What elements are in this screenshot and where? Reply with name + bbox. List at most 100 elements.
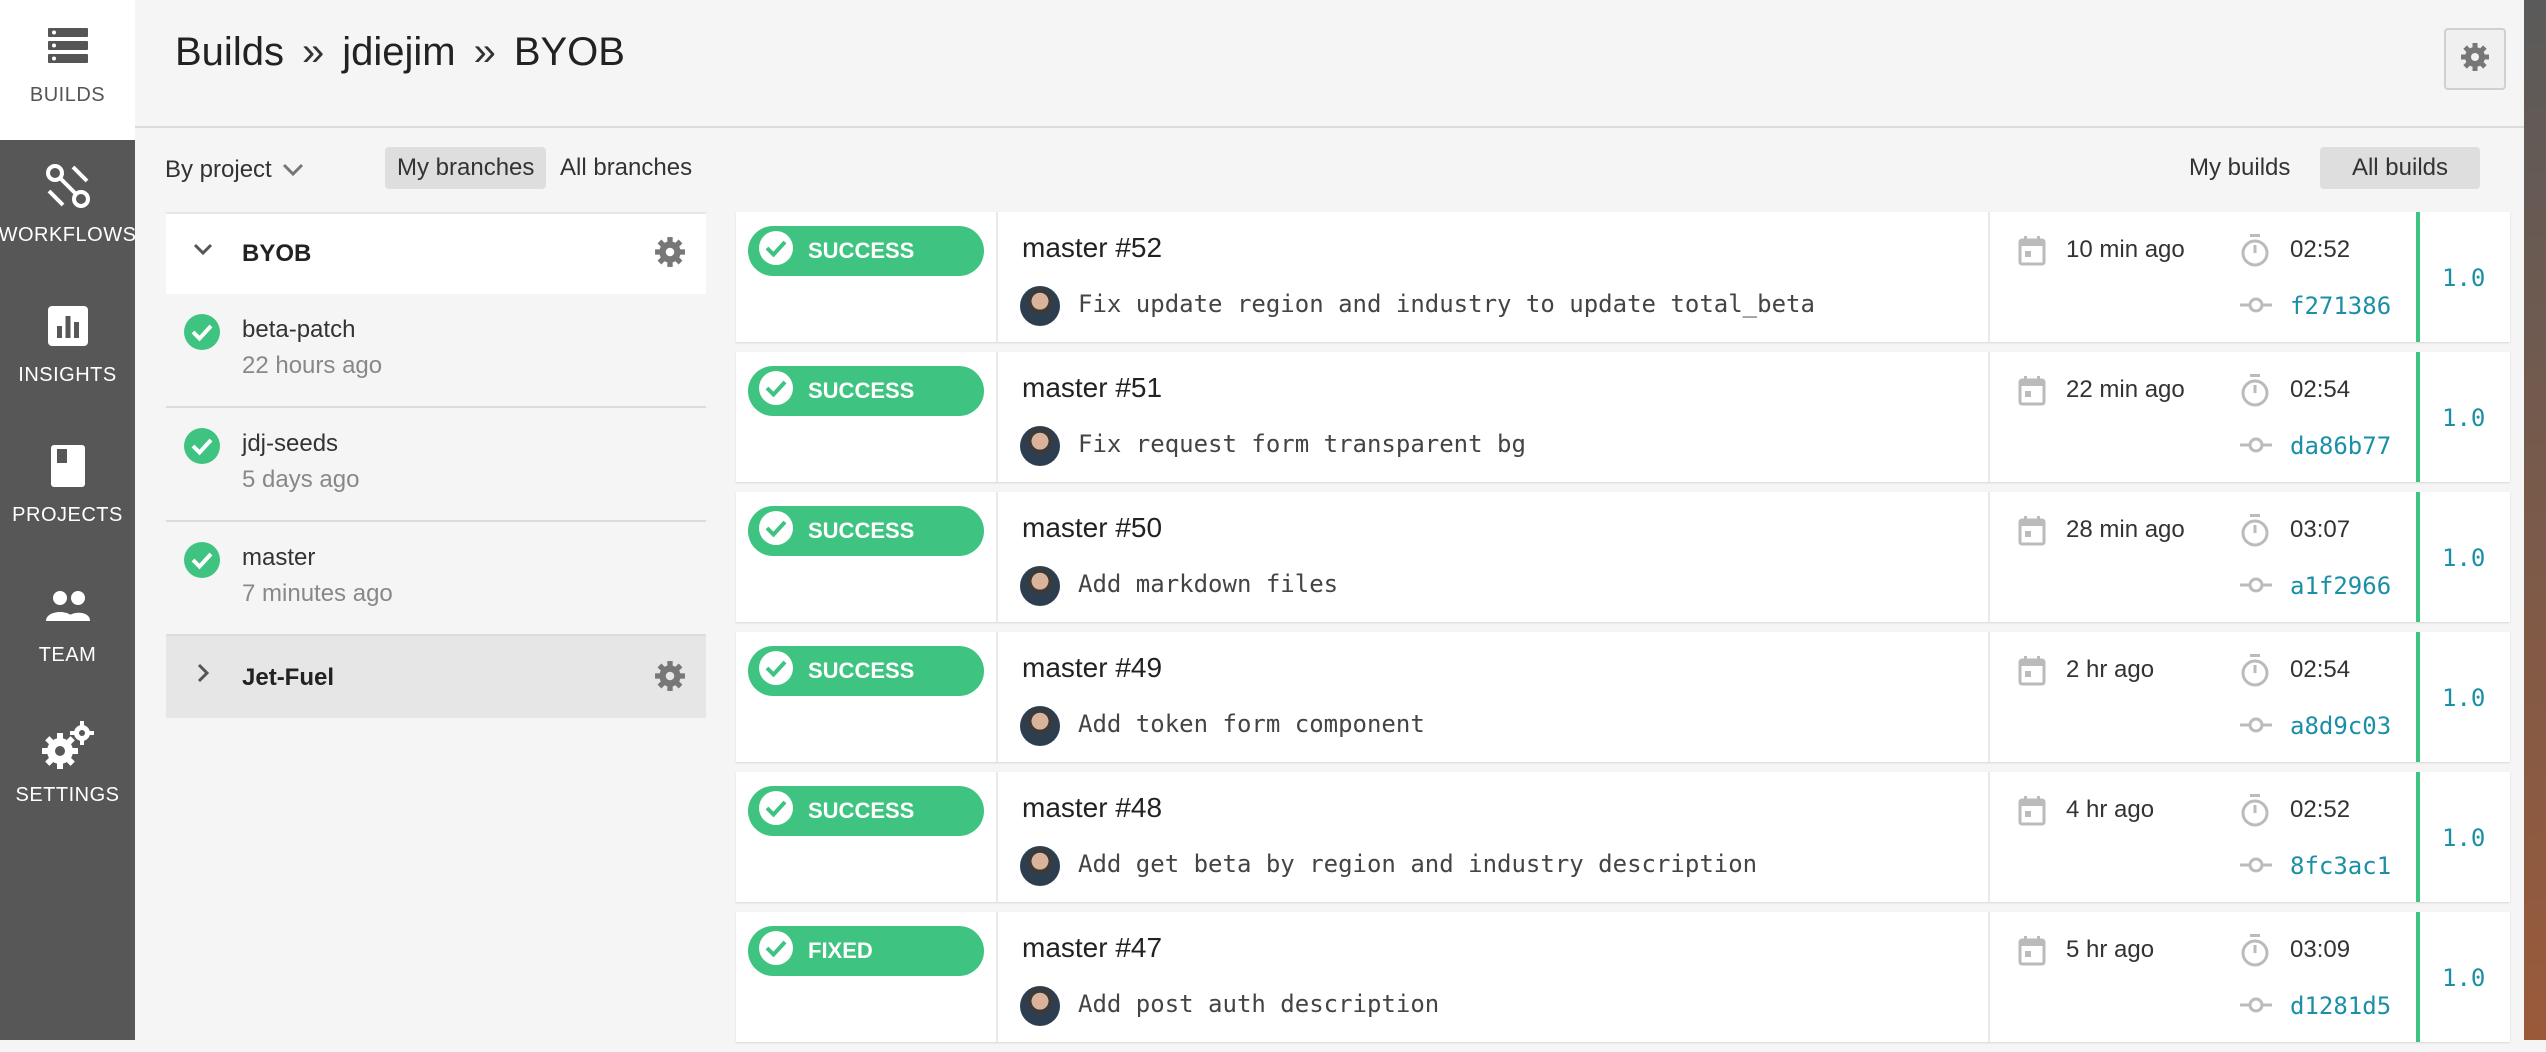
nav-team[interactable]: TEAM [0, 560, 135, 700]
version-label: 1.0 [2442, 264, 2486, 292]
nav-workflows[interactable]: WORKFLOWS [0, 140, 136, 280]
commit-sha-link[interactable]: 8fc3ac1 [2290, 852, 2391, 880]
branch-sidebar: BYOB beta-patch 22 hours ago jdj-seeds 5… [166, 212, 706, 718]
builds-list: SUCCESS master #52 Fix update region and… [736, 212, 2510, 1052]
divider [1988, 772, 1990, 902]
check-circle-icon [758, 230, 794, 272]
build-title[interactable]: master #49 [1022, 652, 1162, 684]
project-header-byob[interactable]: BYOB [166, 212, 706, 294]
by-project-dropdown[interactable]: By project [165, 156, 304, 184]
status-bar [2416, 912, 2420, 1042]
commit-icon [2240, 296, 2272, 319]
commit-sha-link[interactable]: f271386 [2290, 292, 2391, 320]
branch-item[interactable]: jdj-seeds 5 days ago [166, 408, 706, 522]
version-label: 1.0 [2442, 824, 2486, 852]
commit-sha-link[interactable]: a8d9c03 [2290, 712, 2391, 740]
filter-bar: By project My branches All branches My b… [135, 128, 2524, 212]
gear-icon[interactable] [654, 660, 686, 697]
all-builds-toggle[interactable]: All builds [2320, 147, 2480, 189]
branch-item[interactable]: beta-patch 22 hours ago [166, 294, 706, 408]
commit-icon [2240, 436, 2272, 459]
status-badge[interactable]: SUCCESS [748, 506, 984, 556]
my-builds-toggle[interactable]: My builds [2177, 147, 2302, 189]
breadcrumb-org[interactable]: jdiejim [342, 30, 455, 75]
status-bar [2416, 632, 2420, 762]
nav-projects[interactable]: PROJECTS [0, 420, 135, 560]
build-title[interactable]: master #50 [1022, 512, 1162, 544]
calendar-icon [2018, 796, 2046, 831]
gear-icon[interactable] [654, 236, 686, 273]
build-row[interactable]: FIXED master #47 Add post auth descripti… [736, 912, 2510, 1042]
avatar [1020, 846, 1060, 886]
build-row[interactable]: SUCCESS master #51 Fix request form tran… [736, 352, 2510, 482]
build-duration: 02:52 [2290, 236, 2351, 263]
status-badge[interactable]: SUCCESS [748, 646, 984, 696]
status-bar [2416, 212, 2420, 342]
chevron-down-icon [282, 156, 304, 184]
build-time: 4 hr ago [2066, 796, 2155, 823]
check-circle-icon [184, 428, 220, 469]
by-project-label: By project [165, 156, 272, 183]
status-badge[interactable]: SUCCESS [748, 786, 984, 836]
nav-builds[interactable]: BUILDS [0, 0, 135, 140]
version-label: 1.0 [2442, 964, 2486, 992]
commit-sha-link[interactable]: d1281d5 [2290, 992, 2391, 1020]
my-branches-toggle[interactable]: My branches [385, 147, 547, 189]
nav-settings[interactable]: SETTINGS [0, 700, 135, 840]
divider [1988, 632, 1990, 762]
team-icon [40, 578, 96, 634]
breadcrumb-project[interactable]: BYOB [514, 30, 625, 75]
gear-icon [2460, 42, 2490, 77]
stopwatch-icon [2240, 234, 2270, 273]
status-badge[interactable]: SUCCESS [748, 366, 984, 416]
project-settings-button[interactable] [2444, 28, 2506, 90]
breadcrumb-separator: » [301, 30, 325, 74]
build-title[interactable]: master #51 [1022, 372, 1162, 404]
divider [996, 212, 998, 342]
stopwatch-icon [2240, 514, 2270, 553]
build-row[interactable]: SUCCESS master #52 Fix update region and… [736, 212, 2510, 342]
commit-sha-link[interactable]: a1f2966 [2290, 572, 2391, 600]
build-title[interactable]: master #47 [1022, 932, 1162, 964]
commit-message: Fix update region and industry to update… [1078, 290, 1815, 318]
settings-icon [40, 718, 96, 774]
divider [1988, 212, 1990, 342]
status-label: SUCCESS [808, 238, 915, 263]
breadcrumb-builds[interactable]: Builds [175, 30, 284, 75]
divider [996, 632, 998, 762]
build-row[interactable]: SUCCESS master #48 Add get beta by regio… [736, 772, 2510, 902]
version-label: 1.0 [2442, 544, 2486, 572]
nav-insights[interactable]: INSIGHTS [0, 280, 135, 420]
status-label: SUCCESS [808, 378, 915, 403]
all-branches-toggle[interactable]: All branches [548, 147, 704, 189]
build-title[interactable]: master #48 [1022, 792, 1162, 824]
status-badge[interactable]: SUCCESS [748, 226, 984, 276]
build-time: 22 min ago [2066, 376, 2185, 403]
chevron-right-icon[interactable] [192, 662, 214, 689]
build-row[interactable]: SUCCESS master #50 Add markdown files 28… [736, 492, 2510, 622]
divider [996, 352, 998, 482]
branch-item[interactable]: master 7 minutes ago [166, 522, 706, 636]
stopwatch-icon [2240, 654, 2270, 693]
build-title[interactable]: master #52 [1022, 232, 1162, 264]
nav-rail: BUILDS WORKFLOWS INSIGHTS PROJECTS TEAM … [0, 0, 136, 1040]
calendar-icon [2018, 656, 2046, 691]
check-circle-icon [758, 790, 794, 832]
avatar [1020, 986, 1060, 1026]
build-time: 28 min ago [2066, 516, 2185, 543]
status-badge[interactable]: FIXED [748, 926, 984, 976]
stopwatch-icon [2240, 374, 2270, 413]
commit-sha-link[interactable]: da86b77 [2290, 432, 2391, 460]
stopwatch-icon [2240, 794, 2270, 833]
avatar [1020, 566, 1060, 606]
chevron-down-icon[interactable] [192, 238, 214, 265]
calendar-icon [2018, 376, 2046, 411]
check-circle-icon [758, 510, 794, 552]
status-bar [2416, 492, 2420, 622]
status-label: SUCCESS [808, 518, 915, 543]
build-row[interactable]: SUCCESS master #49 Add token form compon… [736, 632, 2510, 762]
build-duration: 02:54 [2290, 656, 2351, 683]
project-header-jet-fuel[interactable]: Jet-Fuel [166, 636, 706, 718]
divider [996, 772, 998, 902]
check-circle-icon [758, 650, 794, 692]
